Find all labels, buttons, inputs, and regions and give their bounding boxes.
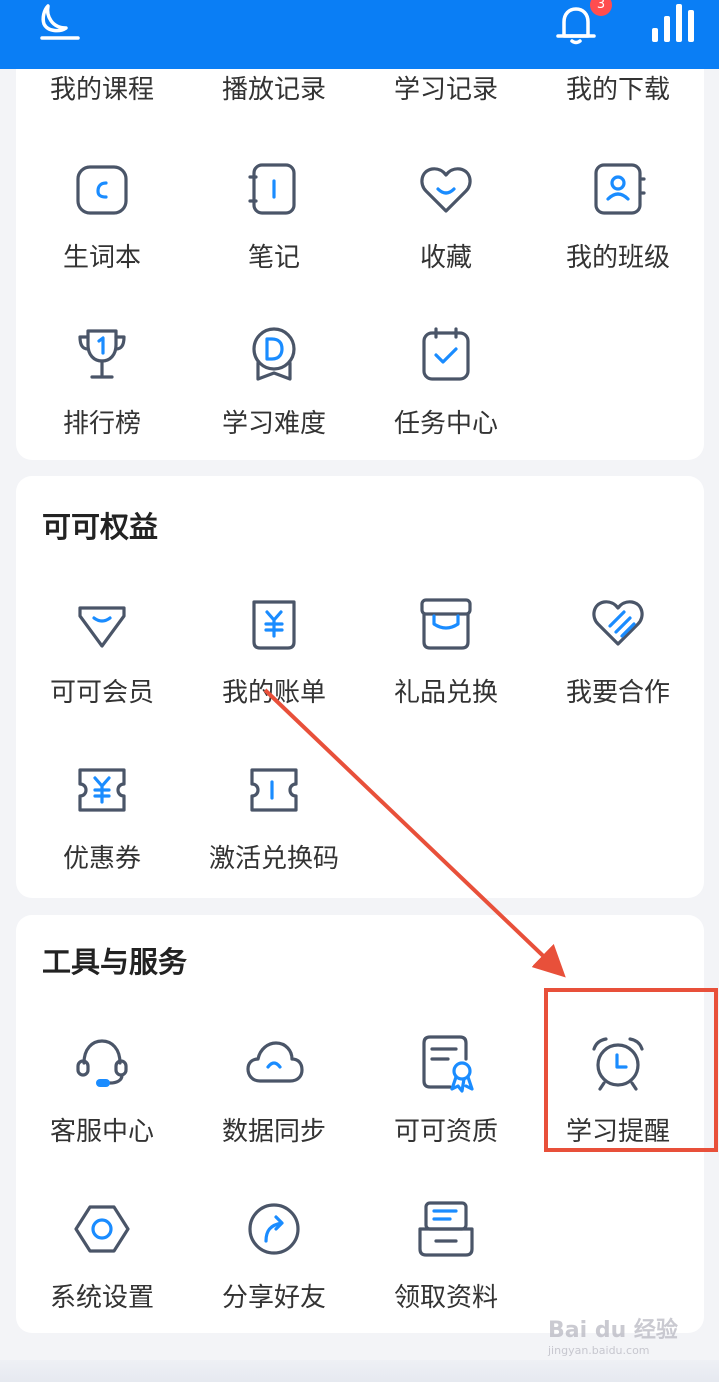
cloud-icon bbox=[246, 1041, 304, 1083]
menu-item-study-reminder[interactable]: 学习提醒 bbox=[532, 1033, 704, 1183]
menu-item-get-materials[interactable]: 领取资料 bbox=[360, 1199, 532, 1349]
menu-item-label: 学习难度 bbox=[221, 409, 326, 439]
handshake-heart-icon bbox=[592, 600, 644, 646]
section-title: 工具与服务 bbox=[42, 945, 188, 979]
hexagon-settings-icon bbox=[74, 1205, 130, 1253]
diamond-icon bbox=[78, 606, 126, 648]
moon-icon[interactable] bbox=[38, 2, 82, 42]
task-clipboard-icon bbox=[422, 327, 470, 381]
menu-item-label: 学习记录 bbox=[393, 75, 498, 105]
menu-item-label: 我的下载 bbox=[565, 75, 670, 105]
menu-item-label: 领取资料 bbox=[393, 1283, 498, 1313]
bottom-edge bbox=[0, 1360, 719, 1382]
menu-item-gift-exchange[interactable]: 礼品兑换 bbox=[360, 594, 532, 744]
menu-item-label: 生词本 bbox=[62, 243, 141, 273]
my-learning-card: 我的课程 播放记录 学习记录 我的下载 生词本 笔记 收藏 我的班级 排行榜 学… bbox=[16, 69, 704, 460]
coupon-yen-icon bbox=[78, 768, 126, 812]
share-arrow-icon bbox=[248, 1203, 300, 1255]
menu-item-label: 我的课程 bbox=[49, 75, 154, 105]
menu-item-label: 可可会员 bbox=[49, 678, 154, 708]
menu-item-label: 任务中心 bbox=[393, 409, 498, 439]
menu-item-vocab-book[interactable]: 生词本 bbox=[16, 159, 188, 309]
menu-item-label: 礼品兑换 bbox=[393, 678, 498, 708]
menu-item-label: 学习提醒 bbox=[565, 1117, 670, 1147]
menu-item-my-bill[interactable]: 我的账单 bbox=[188, 594, 360, 744]
menu-item-my-courses[interactable]: 我的课程 bbox=[16, 69, 188, 109]
trophy-icon bbox=[78, 329, 126, 379]
menu-item-my-downloads[interactable]: 我的下载 bbox=[532, 69, 704, 109]
menu-item-share-friends[interactable]: 分享好友 bbox=[188, 1199, 360, 1349]
menu-item-favorites[interactable]: 收藏 bbox=[360, 159, 532, 309]
menu-item-label: 我的账单 bbox=[221, 678, 326, 708]
menu-item-label: 可可资质 bbox=[393, 1117, 498, 1147]
menu-item-data-sync[interactable]: 数据同步 bbox=[188, 1033, 360, 1183]
watermark: Bai du 经验 jingyan.baidu.com bbox=[548, 1312, 678, 1357]
menu-item-difficulty[interactable]: 学习难度 bbox=[188, 325, 360, 475]
menu-item-task-center[interactable]: 任务中心 bbox=[360, 325, 532, 475]
menu-item-qualification[interactable]: 可可资质 bbox=[360, 1033, 532, 1183]
notebook-icon bbox=[248, 163, 296, 215]
ticket-icon bbox=[250, 768, 298, 812]
alarm-clock-icon bbox=[592, 1037, 644, 1091]
menu-item-activate-code[interactable]: 激活兑换码 bbox=[188, 760, 360, 910]
benefits-card: 可可权益 可可会员 我的账单 礼品兑换 我要合作 优惠券 激活兑换码 bbox=[16, 476, 704, 898]
menu-item-label: 我的班级 bbox=[565, 243, 670, 273]
gift-box-icon bbox=[420, 598, 472, 650]
stats-bars-icon[interactable] bbox=[648, 0, 696, 44]
certificate-icon bbox=[422, 1035, 474, 1093]
watermark-sub: jingyan.baidu.com bbox=[548, 1344, 650, 1357]
heart-icon bbox=[420, 167, 472, 213]
menu-item-notes[interactable]: 笔记 bbox=[188, 159, 360, 309]
menu-item-leaderboard[interactable]: 排行榜 bbox=[16, 325, 188, 475]
menu-item-label: 优惠券 bbox=[62, 844, 141, 874]
menu-item-customer-service[interactable]: 客服中心 bbox=[16, 1033, 188, 1183]
menu-item-label: 笔记 bbox=[247, 243, 300, 273]
menu-item-coupons[interactable]: 优惠券 bbox=[16, 760, 188, 910]
top-bar: 3 bbox=[0, 0, 719, 69]
section-title: 可可权益 bbox=[42, 510, 159, 544]
class-contact-icon bbox=[594, 163, 646, 215]
menu-item-study-record[interactable]: 学习记录 bbox=[360, 69, 532, 109]
menu-item-label: 我要合作 bbox=[565, 678, 670, 708]
menu-item-label: 收藏 bbox=[419, 243, 472, 273]
menu-item-label: 客服中心 bbox=[49, 1117, 154, 1147]
menu-item-vip[interactable]: 可可会员 bbox=[16, 594, 188, 744]
menu-item-label: 系统设置 bbox=[49, 1283, 154, 1313]
menu-item-label: 播放记录 bbox=[221, 75, 326, 105]
menu-item-play-history[interactable]: 播放记录 bbox=[188, 69, 360, 109]
watermark-text: Bai du 经验 bbox=[548, 1318, 678, 1343]
menu-item-label: 排行榜 bbox=[62, 409, 141, 439]
menu-item-label: 数据同步 bbox=[221, 1117, 326, 1147]
menu-item-system-settings[interactable]: 系统设置 bbox=[16, 1199, 188, 1349]
bill-yen-icon bbox=[252, 600, 296, 650]
menu-item-label: 激活兑换码 bbox=[208, 844, 339, 874]
headset-icon bbox=[76, 1039, 128, 1087]
menu-item-cooperation[interactable]: 我要合作 bbox=[532, 594, 704, 744]
menu-item-label: 分享好友 bbox=[221, 1283, 326, 1313]
vocab-book-icon bbox=[76, 165, 128, 215]
tools-card: 工具与服务 客服中心 数据同步 可可资质 学习提醒 系统设置 分享好友 领取资料 bbox=[16, 915, 704, 1333]
menu-item-my-class[interactable]: 我的班级 bbox=[532, 159, 704, 309]
difficulty-medal-icon bbox=[252, 327, 296, 381]
inbox-tray-icon bbox=[418, 1201, 474, 1257]
